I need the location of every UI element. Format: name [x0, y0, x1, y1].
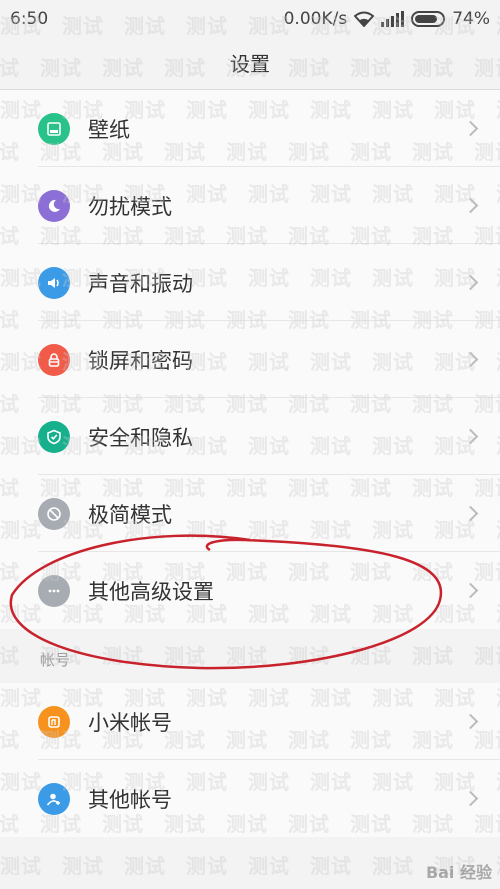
status-bar: 6:50 0.00K/s 74% — [0, 0, 500, 38]
settings-item-main-4[interactable]: 安全和隐私 — [0, 398, 500, 475]
chevron-right-icon — [462, 351, 479, 368]
settings-item-label: 壁纸 — [88, 117, 130, 142]
chevron-right-icon — [462, 790, 479, 807]
section-title: 帐号 — [40, 651, 71, 669]
lock-icon — [38, 343, 70, 376]
mi-account-icon — [38, 705, 70, 738]
status-time: 6:50 — [10, 9, 49, 29]
battery-percent: 74% — [452, 9, 490, 29]
chevron-right-icon — [462, 197, 479, 214]
chevron-right-icon — [462, 274, 479, 291]
chevron-right-icon — [462, 120, 479, 137]
settings-item-label: 勿扰模式 — [88, 194, 172, 219]
more-icon — [38, 574, 70, 607]
settings-item-main-0[interactable]: 壁纸 — [0, 90, 500, 167]
brand-mark: Bai 经验 — [425, 863, 492, 882]
settings-item-label: 极简模式 — [88, 502, 172, 527]
settings-item-label: 锁屏和密码 — [88, 348, 193, 373]
simple-mode-icon — [38, 497, 70, 530]
chevron-right-icon — [462, 582, 479, 599]
settings-item-label: 小米帐号 — [88, 710, 172, 735]
person-icon — [38, 782, 70, 815]
settings-item-main-5[interactable]: 极简模式 — [0, 475, 500, 552]
shield-icon — [38, 420, 70, 453]
settings-item-main-1[interactable]: 勿扰模式 — [0, 167, 500, 244]
wallpaper-icon — [38, 112, 70, 145]
settings-item-main-2[interactable]: 声音和振动 — [0, 244, 500, 321]
signal-icon — [381, 11, 405, 27]
chevron-right-icon — [462, 505, 479, 522]
page-title: 设置 — [0, 38, 500, 90]
moon-icon — [38, 189, 70, 222]
settings-item-account-1[interactable]: 其他帐号 — [0, 760, 500, 837]
settings-list: 壁纸勿扰模式声音和振动锁屏和密码安全和隐私极简模式其他高级设置 帐号 小米帐号其… — [0, 90, 500, 837]
settings-item-label: 安全和隐私 — [88, 425, 193, 450]
settings-item-label: 其他帐号 — [88, 787, 172, 812]
account-section-header: 帐号 — [0, 629, 500, 683]
chevron-right-icon — [462, 713, 479, 730]
settings-item-main-3[interactable]: 锁屏和密码 — [0, 321, 500, 398]
settings-item-main-6[interactable]: 其他高级设置 — [0, 552, 500, 629]
wifi-icon — [354, 11, 375, 27]
settings-item-label: 声音和振动 — [88, 271, 193, 296]
network-speed: 0.00K/s — [283, 9, 348, 29]
settings-item-label: 其他高级设置 — [88, 579, 214, 604]
settings-item-account-0[interactable]: 小米帐号 — [0, 683, 500, 760]
speaker-icon — [38, 266, 70, 299]
status-right: 0.00K/s 74% — [284, 9, 490, 29]
battery-icon — [411, 11, 446, 27]
chevron-right-icon — [462, 428, 479, 445]
